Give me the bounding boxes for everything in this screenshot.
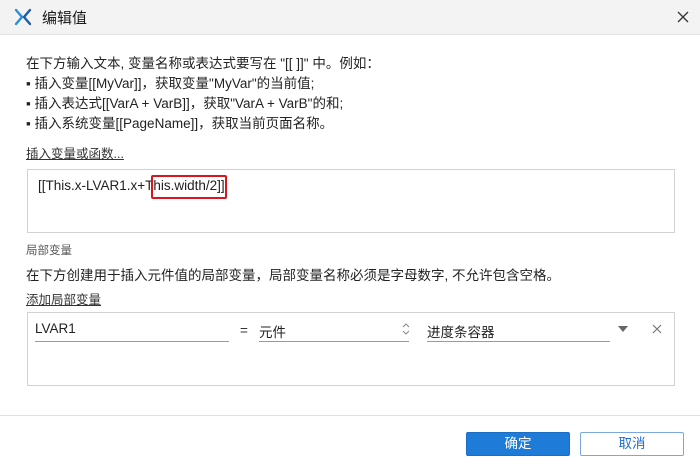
add-local-variable-link[interactable]: 添加局部变量 [26,289,101,308]
variable-type-select[interactable]: 元件 [259,321,409,342]
close-icon[interactable] [674,8,692,26]
expression-editor[interactable]: [[This.x-LVAR1.x+This.width/2]] [27,169,675,233]
local-vars-label: 局部变量 [26,245,72,257]
delete-variable-icon[interactable] [652,324,662,334]
cancel-button[interactable]: 取消 [580,432,684,456]
dialog-title: 编辑值 [42,10,88,27]
local-vars-description: 在下方创建用于插入元件值的局部变量，局部变量名称必须是字母数字, 不允许包含空格… [26,268,561,283]
variable-name-input[interactable]: LVAR1 [35,321,229,342]
footer-divider [0,415,700,416]
title-bar: 编辑值 [0,0,700,35]
instruction-line: 在下方输入文本, 变量名称或表达式要写在 "[[ ]]" 中。例如： [26,56,380,71]
x-logo-icon [14,8,32,26]
updown-chevron-icon[interactable] [401,321,411,337]
dropdown-arrow-icon[interactable] [617,324,629,334]
ok-button[interactable]: 确定 [466,432,570,456]
target-widget-select[interactable]: 进度条容器 [427,321,610,342]
insert-variable-link[interactable]: 插入变量或函数... [26,143,124,162]
instruction-line: ▪ 插入系统变量[[PageName]]，获取当前页面名称。 [26,116,334,131]
expression-text[interactable]: [[This.x-LVAR1.x+This.width/2]] [38,175,227,199]
instruction-line: ▪ 插入变量[[MyVar]]，获取变量"MyVar"的当前值; [26,76,315,91]
highlight-annotation [151,175,227,199]
instruction-line: ▪ 插入表达式[[VarA + VarB]]，获取"VarA + VarB"的和… [26,96,344,111]
expression-part: [[This.x-LVAR1.x+ [38,178,146,193]
local-vars-list: LVAR1 = 元件 进度条容器 [27,312,675,386]
instructions: 在下方输入文本, 变量名称或表达式要写在 "[[ ]]" 中。例如： ▪ 插入变… [26,54,686,134]
equals-sign: = [240,323,248,338]
